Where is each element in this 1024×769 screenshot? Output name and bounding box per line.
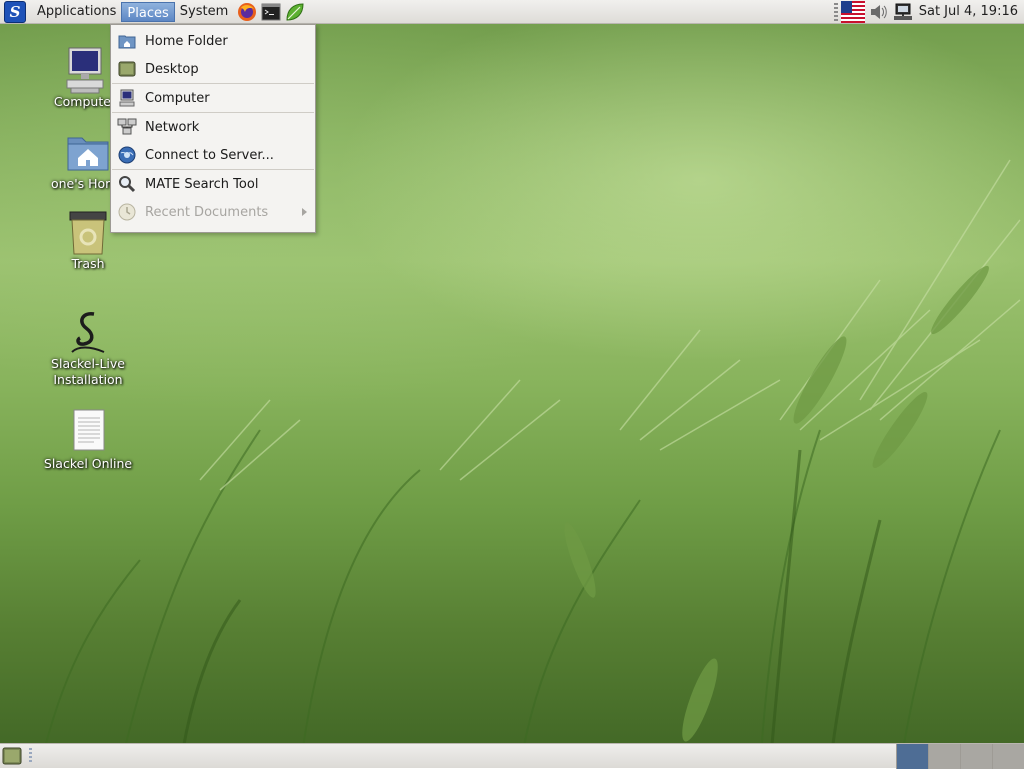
slackware-logo-icon[interactable]: S: [4, 0, 26, 23]
desktop-icon-slackel-installer[interactable]: Slackel-Live Installation: [43, 308, 133, 388]
search-icon: [117, 174, 137, 194]
computer-icon: [117, 88, 137, 108]
applications-menu[interactable]: Applications: [32, 0, 121, 24]
network-icon[interactable]: [893, 2, 913, 22]
workspace-2[interactable]: [928, 744, 960, 769]
show-desktop-icon[interactable]: [2, 747, 22, 765]
places-dropdown-menu: Home Folder Desktop Computer Network Con…: [110, 24, 316, 233]
menu-item-label: Connect to Server...: [145, 147, 274, 163]
top-panel: S Applications Places System Sat Jul 4, …: [0, 0, 1024, 24]
workspace-switcher: [896, 744, 1024, 769]
menu-item-home-folder[interactable]: Home Folder: [111, 27, 315, 55]
panel-grip[interactable]: [833, 2, 838, 21]
trash-icon: [64, 208, 112, 256]
panel-grip[interactable]: [29, 748, 32, 764]
desktop-icon-slackel-online[interactable]: Slackel Online: [43, 408, 133, 472]
desktop-icon: [117, 59, 137, 79]
workspace-3[interactable]: [960, 744, 992, 769]
home-folder-icon: [64, 128, 112, 176]
workspace-4[interactable]: [992, 744, 1024, 769]
places-menu[interactable]: Places: [121, 1, 175, 22]
desktop-icon-label-line2: Installation: [53, 372, 123, 387]
menu-item-label: Home Folder: [145, 33, 228, 49]
menu-item-label: Computer: [145, 90, 210, 106]
bottom-panel: [0, 743, 1024, 769]
system-menu[interactable]: System: [175, 0, 233, 24]
recent-documents-icon: [117, 202, 137, 222]
menu-item-connect-to-server[interactable]: Connect to Server...: [111, 141, 315, 169]
terminal-icon[interactable]: [261, 2, 281, 22]
computer-icon: [61, 46, 109, 94]
menu-item-computer[interactable]: Computer: [111, 84, 315, 112]
menu-item-network[interactable]: Network: [111, 113, 315, 141]
us-flag-keyboard-layout-icon[interactable]: [840, 0, 865, 23]
slackel-installer-icon: [64, 308, 112, 356]
desktop-icon-label: Slackel Online: [43, 456, 133, 471]
submenu-arrow-icon: [302, 208, 307, 216]
connect-server-icon: [117, 145, 137, 165]
system-tray: Sat Jul 4, 19:16: [833, 0, 1024, 24]
volume-icon[interactable]: [869, 2, 889, 22]
menu-item-desktop[interactable]: Desktop: [111, 55, 315, 83]
menu-item-label: Recent Documents: [145, 204, 269, 220]
menu-item-label: MATE Search Tool: [145, 176, 259, 192]
menu-item-label: Desktop: [145, 61, 199, 77]
document-icon: [64, 408, 112, 456]
workspace-1[interactable]: [896, 744, 928, 769]
menu-item-label: Network: [145, 119, 200, 135]
network-icon: [117, 117, 137, 137]
desktop-icon-label: Trash: [71, 256, 105, 271]
text-editor-leaf-icon[interactable]: [285, 2, 305, 22]
desktop-icon-label-line1: Slackel-Live: [51, 356, 125, 371]
menu-item-recent-documents: Recent Documents: [111, 198, 315, 226]
home-folder-icon: [117, 31, 137, 51]
clock[interactable]: Sat Jul 4, 19:16: [919, 4, 1018, 19]
firefox-icon[interactable]: [237, 2, 257, 22]
menu-item-mate-search-tool[interactable]: MATE Search Tool: [111, 170, 315, 198]
